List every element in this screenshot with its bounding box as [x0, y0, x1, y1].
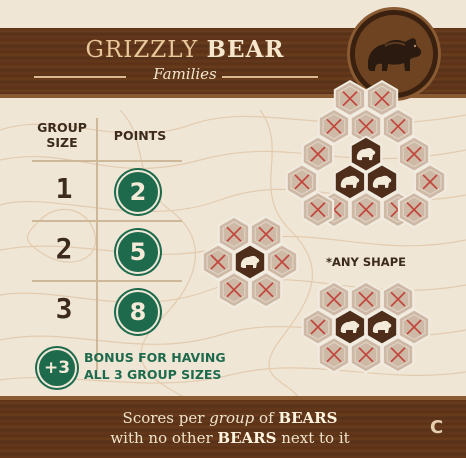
bear-tile: [333, 308, 367, 346]
blocked-tile: [397, 190, 431, 229]
blocked-tile: [381, 336, 415, 374]
bear-tile: [365, 163, 399, 201]
blocked-tile: [397, 135, 431, 173]
blocked-tile: [301, 135, 335, 173]
corner-letter: C: [430, 417, 444, 438]
scoring-card: GRIZZLY BEAR Families GROUP SIZE POINTS 1…: [0, 0, 466, 458]
blocked-tile: [317, 336, 351, 374]
bear-tile: [333, 163, 367, 201]
blocked-tile: [217, 271, 251, 309]
blocked-tile: [397, 308, 431, 346]
footer-line2: with no other BEARS next to it: [110, 429, 350, 447]
blocked-tile: [249, 271, 283, 309]
blocked-tile: [301, 308, 335, 346]
example-hex-groups: [201, 79, 447, 374]
bear-tile: [233, 243, 267, 281]
blocked-tile: [301, 190, 335, 229]
blocked-tile: [201, 243, 235, 281]
bear-tile: [365, 308, 399, 346]
footer-line1: Scores per group of BEARS: [122, 409, 338, 427]
blocked-tile: [265, 243, 299, 281]
any-shape-note: *ANY SHAPE: [326, 255, 406, 269]
